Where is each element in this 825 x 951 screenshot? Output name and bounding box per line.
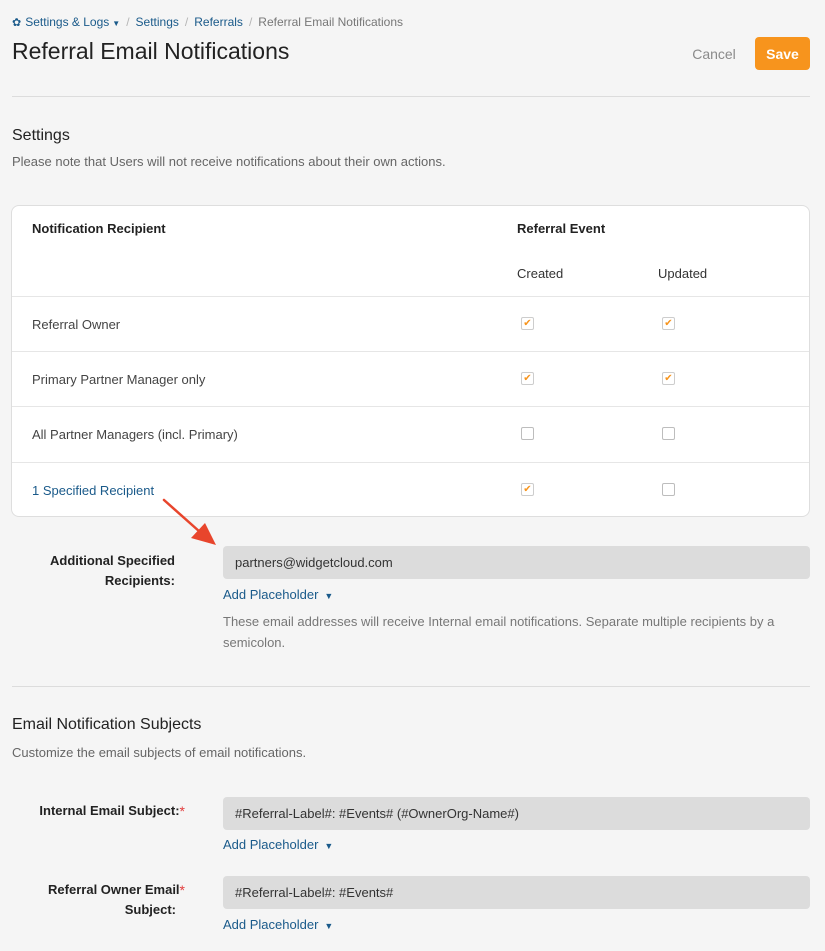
column-subheader-created: Created [517,266,564,281]
table-row-referral-owner: Referral Owner ✔ ✔ [12,296,809,351]
required-mark: * [179,803,185,819]
updated-checkbox[interactable]: ✔ [662,317,675,330]
created-checkbox[interactable]: ✔ [521,483,534,496]
column-subheader-updated: Updated [658,266,708,281]
settings-section-description: Please note that Users will not receive … [12,154,446,169]
notification-recipient-table: Notification Recipient Referral Event Cr… [11,205,810,517]
created-checkbox[interactable]: ✔ [521,317,534,330]
caret-down-icon: ▼ [324,841,334,851]
column-header-referral-event: Referral Event [517,221,606,236]
settings-section-title: Settings [12,127,70,144]
breadcrumb-referrals[interactable]: Referrals [194,15,243,29]
row-label: All Partner Managers (incl. Primary) [32,427,238,442]
owner-subject-label: Referral Owner Email* Subject: [48,882,185,917]
table-row-primary-partner-manager: Primary Partner Manager only ✔ ✔ [12,351,809,406]
updated-checkbox[interactable] [662,483,675,496]
required-mark: * [179,882,185,898]
created-checkbox[interactable] [521,427,534,440]
breadcrumb-current: Referral Email Notifications [258,15,403,29]
additional-recipients-label: Additional Specified Recipients: [50,553,175,588]
subjects-section-description: Customize the email subjects of email no… [12,745,307,760]
breadcrumb-settings-logs[interactable]: Settings & Logs ▼ [25,15,120,29]
caret-down-icon: ▼ [324,921,334,931]
additional-recipients-input[interactable] [223,546,810,579]
add-placeholder-dropdown[interactable]: Add Placeholder ▼ [223,587,333,602]
add-placeholder-dropdown[interactable]: Add Placeholder ▼ [223,837,333,852]
table-row-all-partner-managers: All Partner Managers (incl. Primary) [12,406,809,461]
breadcrumb-separator: / [184,15,189,29]
annotation-arrow-icon [162,498,216,545]
internal-subject-label: Internal Email Subject:* [39,803,185,819]
cancel-button[interactable]: Cancel [680,38,748,70]
caret-down-icon: ▼ [324,591,334,601]
owner-subject-input[interactable] [223,876,810,909]
row-label: Referral Owner [32,317,121,332]
breadcrumb: ✿ Settings & Logs ▼ / Settings / Referral… [12,15,403,29]
breadcrumb-separator: / [248,15,253,29]
gear-icon: ✿ [12,16,22,29]
internal-subject-input[interactable] [223,797,810,830]
save-button[interactable]: Save [755,37,810,70]
breadcrumb-settings[interactable]: Settings [136,15,179,29]
add-placeholder-dropdown[interactable]: Add Placeholder ▼ [223,917,333,932]
row-label: Primary Partner Manager only [32,372,206,387]
divider [12,96,810,97]
updated-checkbox[interactable]: ✔ [662,372,675,385]
table-row-specified-recipient: 1 Specified Recipient ✔ [12,462,809,517]
specified-recipient-link[interactable]: 1 Specified Recipient [32,483,154,498]
page-title: Referral Email Notifications [12,38,290,64]
subjects-section-title: Email Notification Subjects [12,716,202,733]
column-header-recipient: Notification Recipient [32,221,166,236]
updated-checkbox[interactable] [662,427,675,440]
caret-down-icon: ▼ [112,19,121,28]
additional-recipients-help: These email addresses will receive Inter… [223,614,775,650]
created-checkbox[interactable]: ✔ [521,372,534,385]
breadcrumb-separator: / [126,15,130,29]
divider [12,686,810,687]
